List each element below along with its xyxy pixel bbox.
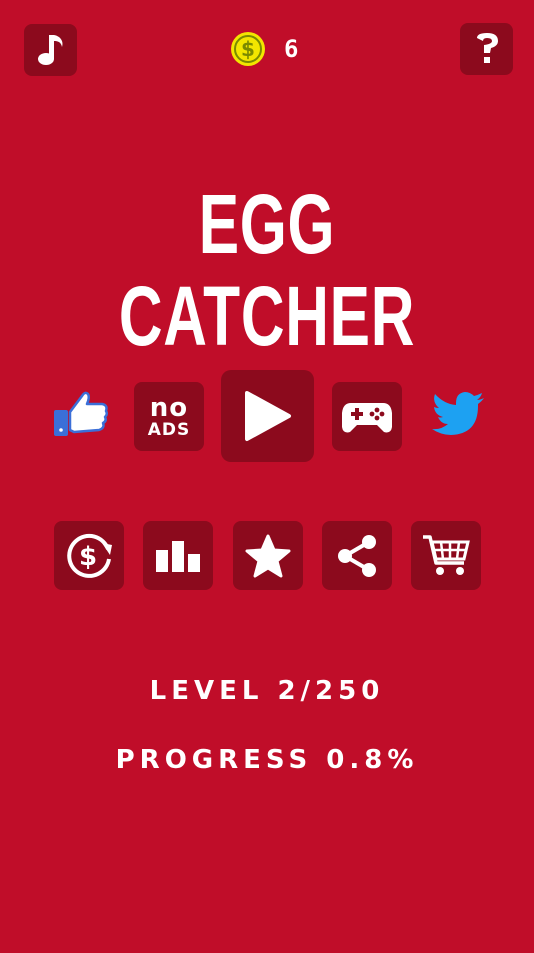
cart-icon <box>423 534 470 575</box>
play-icon <box>244 391 291 441</box>
gamepad-icon <box>342 402 392 432</box>
play-button[interactable] <box>221 370 314 462</box>
thumbs-up-icon <box>54 391 109 436</box>
shop-button[interactable] <box>411 521 481 590</box>
leaderboard-button[interactable] <box>143 521 213 590</box>
progress-indicator: PROGRESS 0.8% <box>115 745 419 775</box>
no-ads-line2: ADS <box>147 419 191 440</box>
twitter-bird-icon <box>432 392 484 435</box>
more-games-button[interactable] <box>332 382 402 451</box>
no-ads-label: no ADS <box>148 395 191 439</box>
restore-purchase-button[interactable]: $ <box>54 521 124 590</box>
music-note-icon <box>37 35 63 65</box>
help-button[interactable] <box>460 23 513 75</box>
star-icon <box>245 534 291 577</box>
coin-balance: $ 6 <box>230 31 300 67</box>
coin-count: 6 <box>284 35 301 63</box>
leaderboard-icon <box>156 540 200 572</box>
facebook-like-button[interactable] <box>52 388 110 440</box>
level-indicator: LEVEL 2/250 <box>149 676 385 706</box>
svg-text:$: $ <box>241 37 255 61</box>
music-toggle-button[interactable] <box>24 24 77 76</box>
twitter-button[interactable] <box>430 390 486 440</box>
rate-button[interactable] <box>233 521 303 590</box>
no-ads-button[interactable]: no ADS <box>134 382 204 451</box>
question-mark-icon <box>476 33 498 63</box>
share-button[interactable] <box>322 521 392 590</box>
restore-purchase-icon: $ <box>67 533 112 578</box>
no-ads-line1: no <box>149 392 189 423</box>
dollar-coin-icon: $ <box>231 32 265 66</box>
share-icon <box>338 534 376 577</box>
svg-text:$: $ <box>79 542 97 572</box>
game-title: EGG CATCHER <box>118 177 416 364</box>
